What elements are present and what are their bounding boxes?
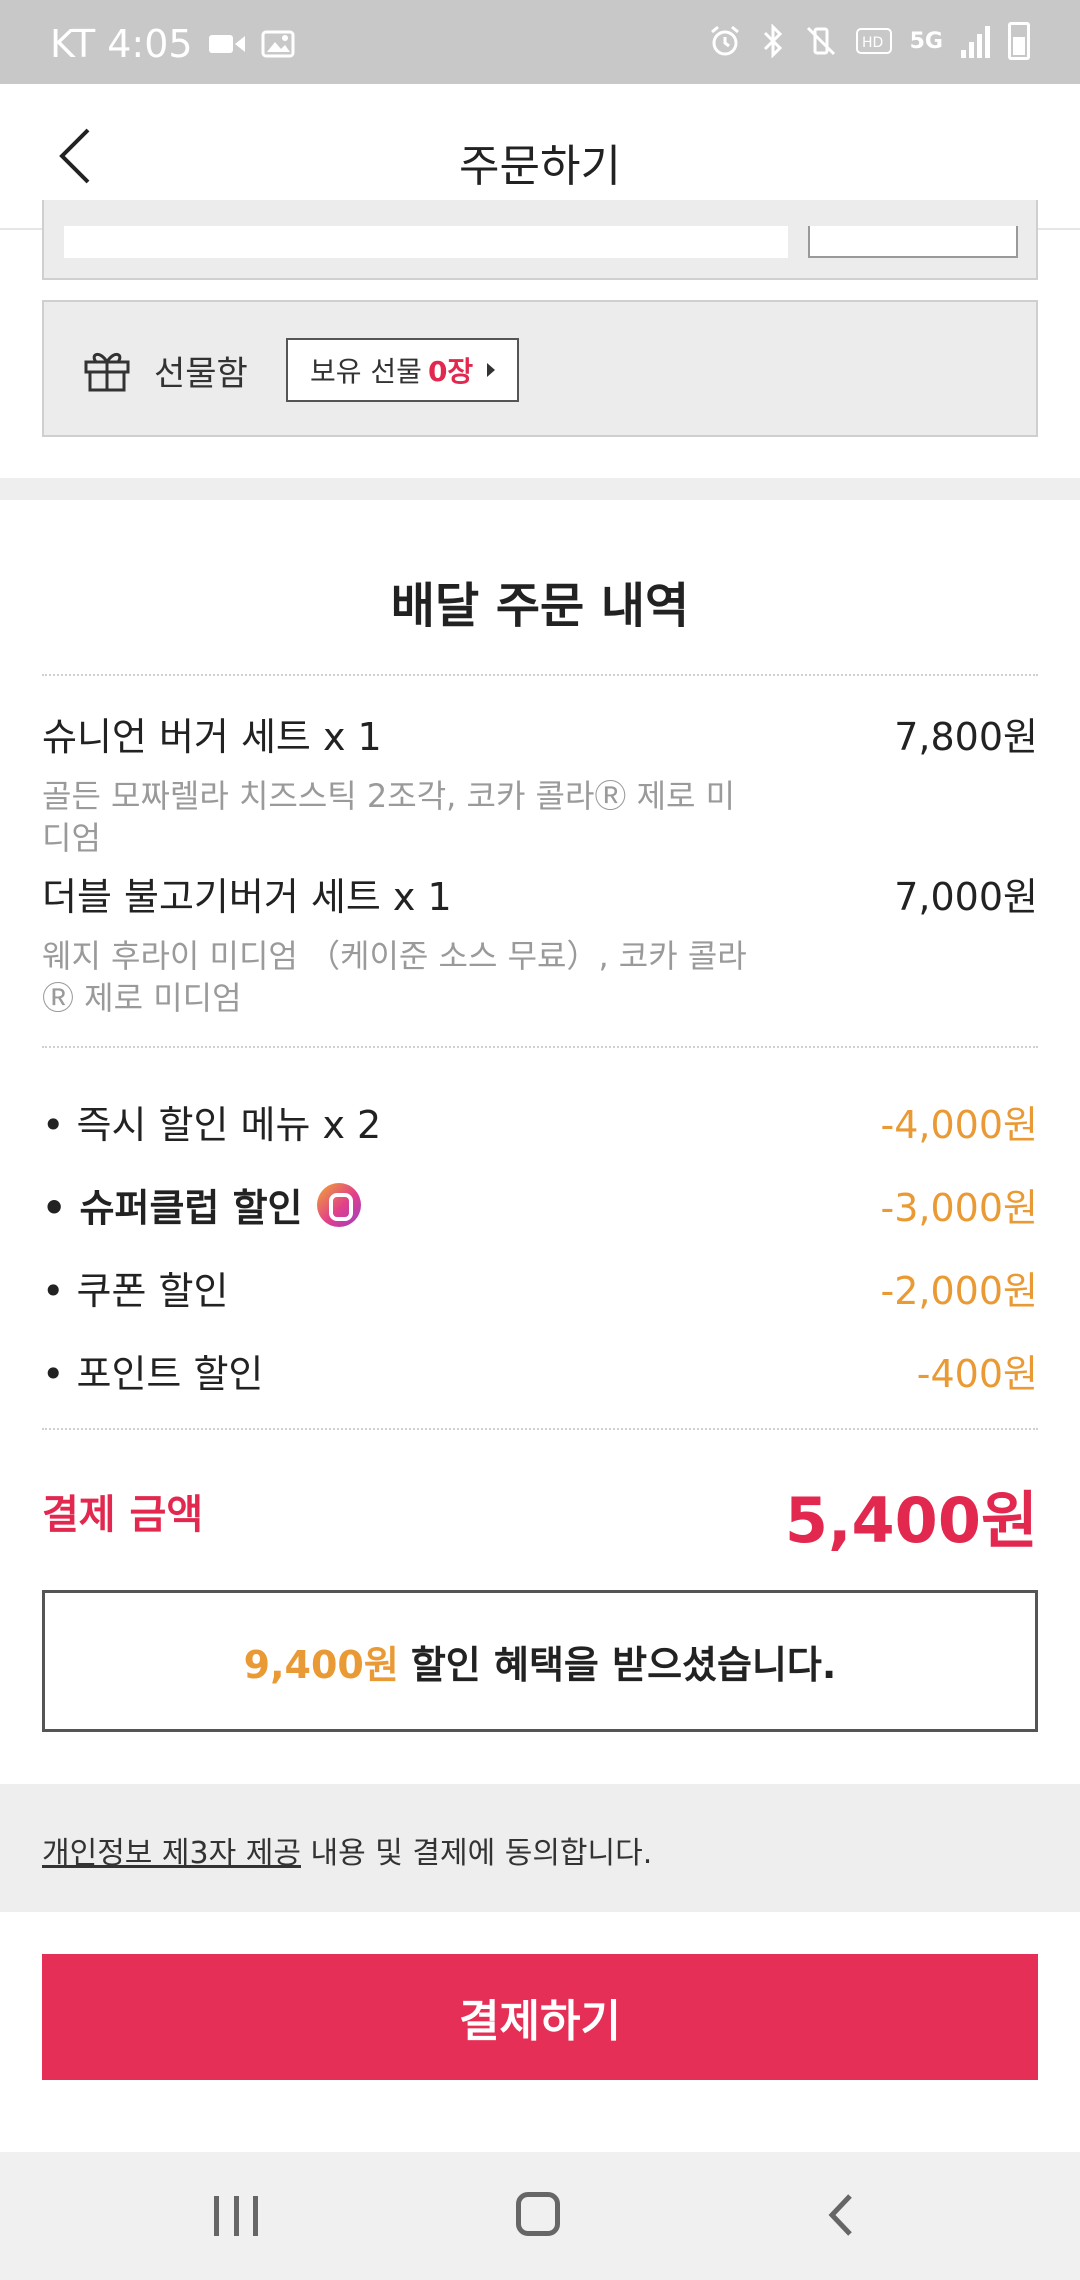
svg-text:HD: HD — [862, 35, 883, 51]
battery-icon — [1008, 22, 1030, 60]
discount-label: • 슈퍼클럽 할인 — [42, 1186, 303, 1230]
gift-box-label: 선물함 — [154, 354, 248, 394]
system-nav-bar — [0, 2152, 1080, 2280]
divider — [42, 1428, 1038, 1430]
coupon-section-partial — [42, 200, 1038, 280]
pay-button[interactable]: 결제하기 — [42, 1954, 1038, 2080]
discount-label: • 쿠폰 할인 — [42, 1269, 229, 1313]
gift-button-prefix: 보유 선물 — [310, 355, 422, 388]
status-time: KT 4:05 — [50, 22, 193, 66]
gift-icon — [84, 353, 130, 392]
alarm-icon — [710, 25, 739, 56]
system-back-icon[interactable] — [820, 2190, 860, 2240]
superclub-discount-label: • 슈퍼클럽 할인 — [42, 1177, 361, 1232]
consent-text: 개인정보 제3자 제공 내용 및 결제에 동의합니다. — [42, 1828, 652, 1872]
consent-rest-text: 내용 및 결제에 동의합니다. — [300, 1836, 653, 1871]
coupon-input[interactable] — [64, 226, 788, 258]
order-item-name: 슈니언 버거 세트 x 1 — [42, 715, 382, 759]
discount-label: • 즉시 할인 메뉴 x 2 — [42, 1103, 382, 1147]
order-item-options: 웨지 후라이 미디엄 （케이준 소스 무료）, 코카 콜라Ⓡ 제로 미디엄 — [42, 937, 747, 1017]
bluetooth-icon — [763, 24, 782, 58]
image-icon — [261, 30, 295, 58]
order-summary-title: 배달 주문 내역 — [390, 578, 690, 634]
discount-value: -2,000원 — [880, 1269, 1038, 1313]
discount-value: -4,000원 — [880, 1103, 1038, 1147]
benefit-summary-box: 9,400원 할인 혜택을 받으셨습니다. — [42, 1590, 1038, 1732]
caret-right-icon — [487, 363, 496, 377]
video-icon — [208, 35, 245, 53]
home-icon[interactable] — [516, 2192, 560, 2236]
vibrate-mute-icon — [806, 26, 835, 56]
divider — [42, 674, 1038, 676]
section-divider — [0, 478, 1080, 500]
discount-value: -3,000원 — [880, 1186, 1038, 1230]
discount-label: • 포인트 할인 — [42, 1352, 264, 1396]
discount-row: • 포인트 할인 -400원 — [42, 1337, 1038, 1396]
order-item-price: 7,800원 — [894, 715, 1038, 759]
gift-count-button[interactable]: 보유 선물 0장 — [286, 338, 520, 402]
order-item-name: 더블 불고기버거 세트 x 1 — [42, 875, 452, 919]
network-type: 5G — [909, 28, 943, 54]
recents-icon[interactable] — [214, 2196, 258, 2236]
discount-row: • 쿠폰 할인 -2,000원 — [42, 1254, 1038, 1313]
privacy-third-party-link[interactable]: 개인정보 제3자 제공 — [42, 1836, 301, 1871]
discount-value: -400원 — [916, 1352, 1038, 1396]
gift-count: 0장 — [427, 355, 474, 388]
hd-icon: HD — [855, 28, 892, 54]
signal-icon — [961, 24, 990, 58]
order-item-options: 골든 모짜렐라 치즈스틱 2조각, 코카 콜라Ⓡ 제로 미디엄 — [42, 777, 736, 857]
discount-row: • 슈퍼클럽 할인 -3,000원 — [42, 1171, 1038, 1230]
gift-box-section: 선물함 보유 선물 0장 — [42, 300, 1038, 437]
order-item: 더블 불고기버거 세트 x 1 7,000원 웨지 후라이 미디엄 （케이준 소… — [42, 866, 1038, 1019]
divider — [42, 1046, 1038, 1048]
payment-amount-label: 결제 금액 — [42, 1492, 204, 1538]
discount-row: • 즉시 할인 메뉴 x 2 -4,000원 — [42, 1088, 1038, 1147]
coupon-apply-button[interactable] — [808, 226, 1018, 258]
page-title: 주문하기 — [459, 141, 621, 192]
benefit-amount: 9,400원 — [243, 1642, 399, 1687]
consent-section: 개인정보 제3자 제공 내용 및 결제에 동의합니다. — [0, 1784, 1080, 1912]
status-bar: KT 4:05 HD 5G — [0, 0, 1080, 84]
order-item: 슈니언 버거 세트 x 1 7,800원 골든 모짜렐라 치즈스틱 2조각, 코… — [42, 706, 1038, 859]
app-screen: KT 4:05 HD 5G 주문하기 선물함 보유 선물 0장 배달 주문 내역… — [0, 0, 1080, 2280]
benefit-text: 할인 혜택을 받으셨습니다. — [410, 1642, 837, 1687]
superclub-icon — [316, 1182, 361, 1227]
order-item-price: 7,000원 — [894, 875, 1038, 919]
payment-amount: 5,400원 — [784, 1484, 1038, 1557]
